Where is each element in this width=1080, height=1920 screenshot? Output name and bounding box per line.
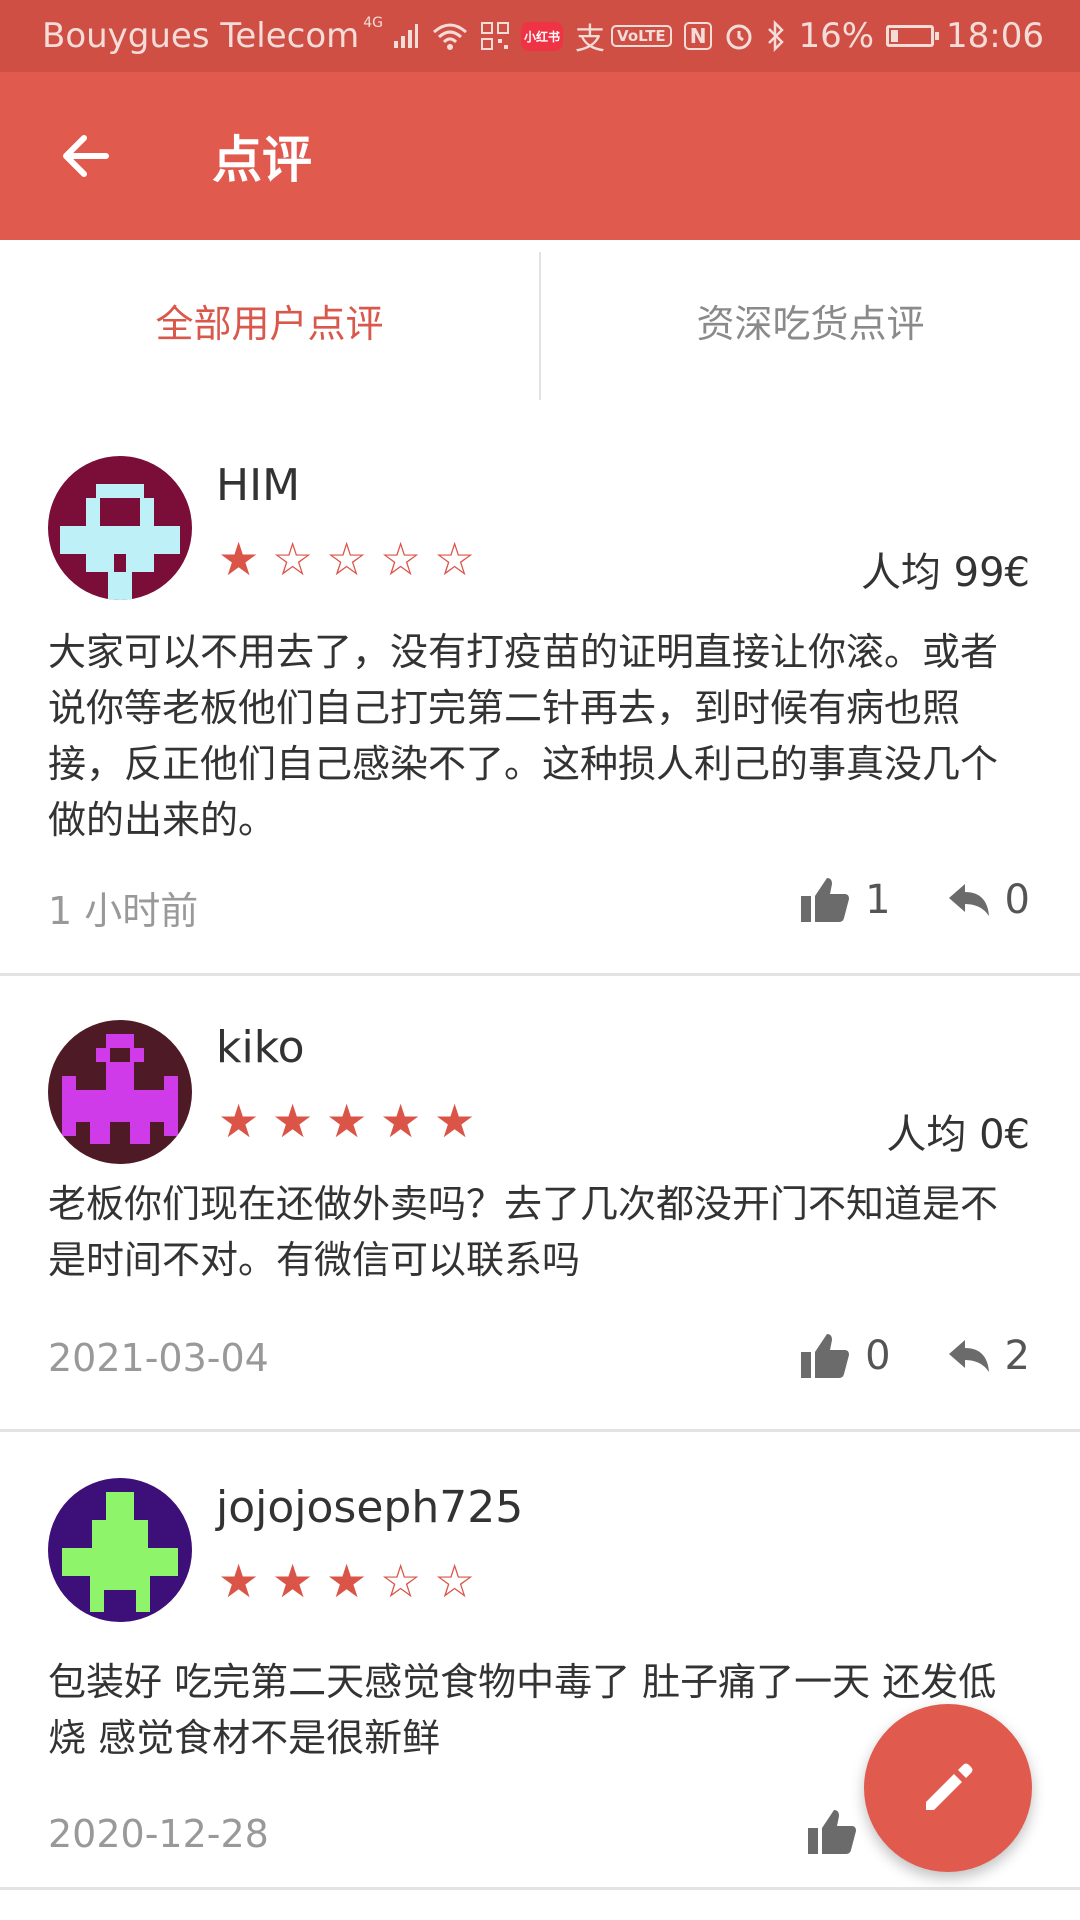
battery-percent: 16% xyxy=(798,16,875,56)
reply-count: 2 xyxy=(1004,1333,1030,1379)
like-count: 1 xyxy=(865,877,891,923)
xiaohongshu-icon: 小红书 xyxy=(521,21,564,51)
star-filled-icon: ★ xyxy=(326,1554,368,1608)
avatar[interactable] xyxy=(48,1020,192,1164)
star-empty-icon: ☆ xyxy=(434,1554,476,1608)
review-card: HIM ★ ☆ ☆ ☆ ☆ 人均 99€ 大家可以不用去了，没有打疫苗的证明直接… xyxy=(0,400,1080,976)
review-time: 2021-03-04 xyxy=(48,1336,269,1380)
tab-senior-foodie-reviews[interactable]: 资深吃货点评 xyxy=(541,240,1080,400)
like-button[interactable] xyxy=(806,1808,872,1856)
reply-arrow-icon xyxy=(948,884,989,916)
status-left-icons: 小红书 支 xyxy=(393,14,605,58)
username[interactable]: kiko xyxy=(216,1022,305,1073)
review-card: kiko ★ ★ ★ ★ ★ 人均 0€ 老板你们现在还做外卖吗？去了几次都没开… xyxy=(0,976,1080,1432)
qr-code-icon xyxy=(481,22,510,50)
star-filled-icon: ★ xyxy=(218,532,260,586)
price-per-person: 人均 0€ xyxy=(886,1112,1030,1158)
username[interactable]: jojojoseph725 xyxy=(216,1482,523,1533)
identicon-avatar-icon xyxy=(48,456,192,600)
like-button[interactable]: 1 xyxy=(799,876,891,924)
review-text: 大家可以不用去了，没有打疫苗的证明直接让你滚。或者说你等老板他们自己打完第二针再… xyxy=(48,630,999,842)
wifi-icon xyxy=(433,23,468,50)
signal-icon xyxy=(394,24,419,48)
alipay-icon: 支 xyxy=(575,22,606,57)
star-filled-icon: ★ xyxy=(218,1094,260,1148)
like-button[interactable]: 0 xyxy=(799,1332,891,1380)
star-filled-icon: ★ xyxy=(326,1094,368,1148)
nfc-icon: N xyxy=(683,22,713,50)
star-filled-icon: ★ xyxy=(380,1094,422,1148)
page-title: 点评 xyxy=(212,131,312,189)
star-rating: ★ ☆ ☆ ☆ ☆ xyxy=(218,536,488,582)
battery-level xyxy=(891,30,898,42)
star-filled-icon: ★ xyxy=(218,1554,260,1608)
review-actions: 0 2 xyxy=(799,1332,1030,1380)
price-per-person: 人均 99€ xyxy=(860,550,1030,596)
identicon-avatar-icon xyxy=(48,1020,192,1164)
review-time: 2020-12-28 xyxy=(48,1812,269,1856)
star-empty-icon: ☆ xyxy=(272,532,314,586)
network-badge: 4G xyxy=(363,15,384,31)
reply-count: 0 xyxy=(1004,877,1030,923)
volte-icon: VoLTE xyxy=(611,24,672,48)
review-text: 老板你们现在还做外卖吗？去了几次都没开门不知道是不是时间不对。有微信可以联系吗 xyxy=(48,1182,999,1282)
review-tabs: 全部用户点评 资深吃货点评 xyxy=(0,240,1080,400)
carrier-label: Bouygues Telecom xyxy=(42,16,360,56)
arrow-left-icon xyxy=(63,135,109,177)
status-bar: Bouygues Telecom 4G 小红书 支 VoLTE N 16% 18… xyxy=(0,0,1080,72)
review-actions xyxy=(806,1808,872,1856)
carrier-name: Bouygues Telecom 4G xyxy=(42,16,383,56)
reply-arrow-icon xyxy=(948,1340,989,1372)
thumbs-up-icon xyxy=(808,1810,856,1854)
star-filled-icon: ★ xyxy=(272,1554,314,1608)
back-button[interactable] xyxy=(34,106,134,206)
review-actions: 1 0 xyxy=(799,876,1030,924)
star-filled-icon: ★ xyxy=(434,1094,476,1148)
status-right-icons: VoLTE N 16% 18:06 xyxy=(611,16,1044,56)
thumbs-up-icon xyxy=(801,878,850,922)
alarm-icon xyxy=(726,24,752,50)
avatar[interactable] xyxy=(48,456,192,600)
reply-button[interactable]: 2 xyxy=(947,1333,1030,1379)
username[interactable]: HIM xyxy=(216,460,300,511)
star-empty-icon: ☆ xyxy=(434,532,476,586)
review-time: 1 小时前 xyxy=(48,889,199,933)
battery-icon xyxy=(886,25,940,47)
star-rating: ★ ★ ★ ★ ★ xyxy=(218,1098,488,1144)
star-rating: ★ ★ ★ ☆ ☆ xyxy=(218,1558,488,1604)
identicon-avatar-icon xyxy=(48,1478,192,1622)
app-bar: 点评 xyxy=(0,72,1080,240)
bluetooth-icon xyxy=(768,20,785,52)
star-empty-icon: ☆ xyxy=(380,532,422,586)
clock: 18:06 xyxy=(946,16,1044,56)
thumbs-up-icon xyxy=(801,1334,850,1378)
reply-button[interactable]: 0 xyxy=(947,877,1030,923)
star-empty-icon: ☆ xyxy=(380,1554,422,1608)
star-empty-icon: ☆ xyxy=(326,532,368,586)
write-review-button[interactable] xyxy=(864,1704,1032,1872)
star-filled-icon: ★ xyxy=(272,1094,314,1148)
like-count: 0 xyxy=(865,1333,891,1379)
avatar[interactable] xyxy=(48,1478,192,1622)
tab-all-reviews[interactable]: 全部用户点评 xyxy=(0,240,539,400)
pencil-icon xyxy=(926,1763,973,1810)
